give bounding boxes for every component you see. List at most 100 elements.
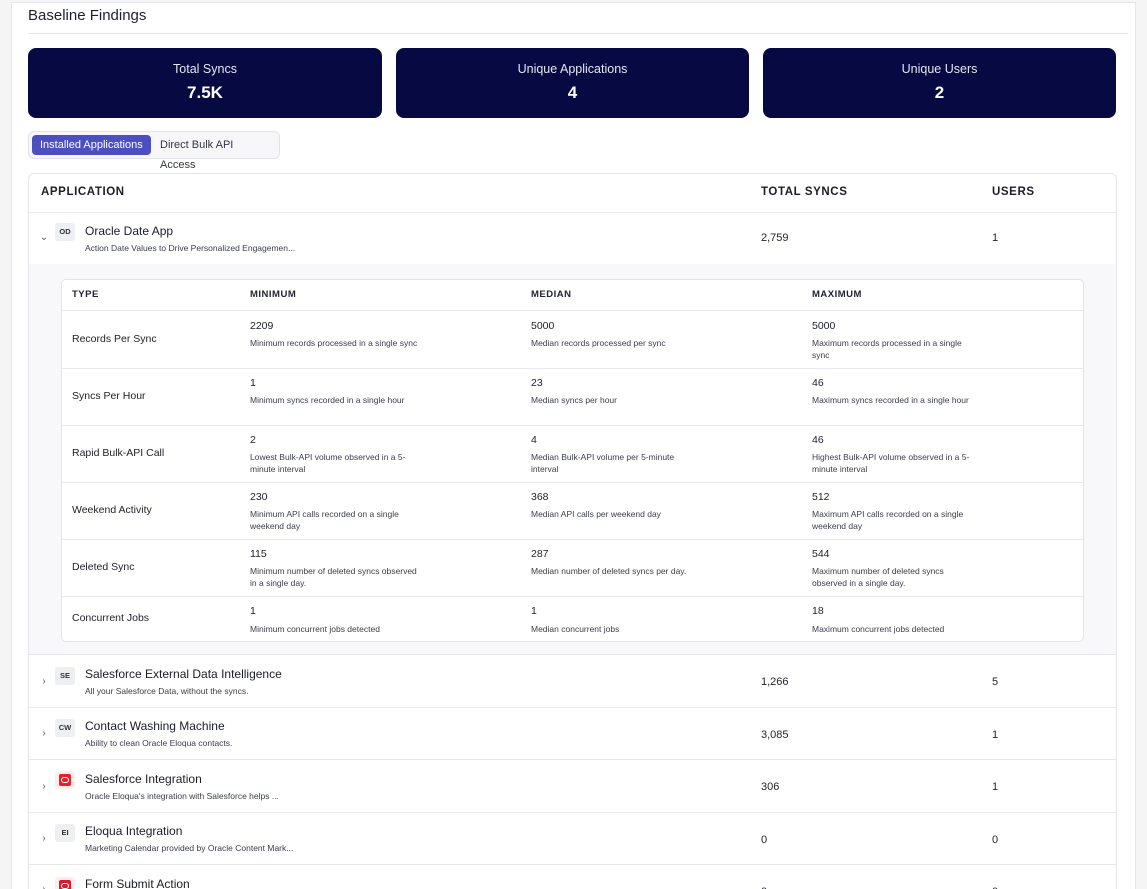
app-name[interactable]: Oracle Date App — [85, 224, 173, 238]
metric-median: 1 — [531, 605, 537, 617]
app-users: 0 — [992, 834, 999, 846]
app-users: 1 — [992, 232, 999, 244]
tab-installed-applications[interactable]: Installed Applications — [32, 135, 151, 155]
form-submit-logo-icon — [55, 877, 75, 889]
metric-maximum-note: Highest Bulk-API volume observed in a 5-… — [812, 452, 970, 474]
salesforce-logo-icon — [55, 771, 75, 789]
applications-table: APPLICATION TOTAL SYNCS USERS ⌄ OD Oracl… — [28, 173, 1117, 889]
column-header-application[interactable]: APPLICATION — [41, 186, 125, 198]
stat-label: Total Syncs — [173, 62, 237, 76]
metric-type: Concurrent Jobs — [72, 612, 150, 624]
metric-maximum: 544 — [812, 548, 830, 560]
metric-type: Weekend Activity — [72, 504, 152, 516]
stat-card-total-syncs: Total Syncs 7.5K — [28, 48, 382, 118]
app-users: 5 — [992, 676, 999, 688]
metric-minimum: 1 — [250, 605, 256, 617]
metric-type: Deleted Sync — [72, 561, 135, 573]
app-description: Ability to clean Oracle Eloqua contacts. — [85, 738, 233, 748]
chevron-right-icon[interactable]: › — [39, 676, 49, 687]
metric-median: 23 — [531, 377, 543, 389]
app-description: Oracle Eloqua's integration with Salesfo… — [85, 791, 279, 801]
app-description: All your Salesforce Data, without the sy… — [85, 686, 249, 696]
metric-type: Syncs Per Hour — [72, 390, 146, 402]
app-badge: EI — [55, 824, 75, 842]
stat-label: Unique Users — [901, 62, 978, 76]
metric-minimum-note: Minimum records processed in a single sy… — [250, 338, 418, 348]
details-row-divider — [62, 482, 1083, 483]
chevron-down-icon[interactable]: ⌄ — [39, 232, 49, 243]
app-name[interactable]: Salesforce External Data Intelligence — [85, 667, 282, 681]
metric-maximum: 18 — [812, 605, 824, 617]
app-badge: CW — [55, 719, 75, 737]
stat-value: 2 — [934, 83, 945, 102]
stat-value: 4 — [567, 83, 578, 102]
app-name[interactable]: Contact Washing Machine — [85, 719, 225, 733]
row-divider — [29, 812, 1116, 813]
column-header-users[interactable]: USERS — [992, 186, 1035, 198]
app-users: 1 — [992, 729, 999, 741]
metric-maximum-note: Maximum API calls recorded on a single w… — [812, 509, 964, 531]
metric-minimum-note: Minimum concurrent jobs detected — [250, 624, 380, 634]
metric-maximum: 46 — [812, 434, 824, 446]
metric-maximum-note: Maximum number of deleted syncs observed… — [812, 566, 944, 588]
app-total-syncs: 2,759 — [761, 232, 789, 244]
metric-minimum: 2209 — [250, 320, 274, 332]
baseline-findings-panel: Baseline Findings Total Syncs 7.5K Uniqu… — [11, 2, 1136, 889]
chevron-right-icon[interactable]: › — [39, 781, 49, 792]
chevron-right-icon[interactable]: › — [39, 884, 49, 889]
metric-median: 4 — [531, 434, 537, 446]
chevron-right-icon[interactable]: › — [39, 728, 49, 739]
app-total-syncs: 306 — [761, 781, 780, 793]
details-header-median: MEDIAN — [531, 289, 572, 300]
column-header-total-syncs[interactable]: TOTAL SYNCS — [761, 186, 847, 198]
row-divider — [29, 654, 1116, 655]
details-row-divider — [62, 596, 1083, 597]
details-row-divider — [62, 539, 1083, 540]
details-row-divider — [62, 425, 1083, 426]
stat-value: 7.5K — [187, 83, 223, 102]
tab-direct-bulk-api-access[interactable]: Direct Bulk API Access — [152, 135, 279, 171]
page-title: Baseline Findings — [28, 7, 147, 24]
metric-median: 287 — [531, 548, 549, 560]
app-badge: OD — [55, 223, 75, 241]
metric-type: Records Per Sync — [72, 333, 157, 345]
app-total-syncs: 3,085 — [761, 729, 789, 741]
app-name[interactable]: Salesforce Integration — [85, 772, 202, 786]
metric-minimum: 2 — [250, 434, 256, 446]
metric-minimum-note: Lowest Bulk-API volume observed in a 5-m… — [250, 452, 406, 474]
metric-maximum-note: Maximum syncs recorded in a single hour — [812, 395, 969, 405]
app-users: 1 — [992, 781, 999, 793]
metric-maximum-note: Maximum concurrent jobs detected — [812, 624, 945, 634]
metric-maximum: 512 — [812, 491, 830, 503]
details-table: TYPE MINIMUM MEDIAN MAXIMUM Records Per … — [61, 279, 1084, 642]
metric-maximum-note: Maximum records processed in a single sy… — [812, 338, 962, 360]
metric-maximum: 46 — [812, 377, 824, 389]
metric-minimum-note: Minimum syncs recorded in a single hour — [250, 395, 405, 405]
row-divider — [29, 707, 1116, 708]
app-total-syncs: 0 — [761, 834, 768, 846]
metric-minimum: 1 — [250, 377, 256, 389]
stat-card-unique-users: Unique Users 2 — [763, 48, 1116, 118]
row-divider — [29, 759, 1116, 760]
app-description: Action Date Values to Drive Personalized… — [85, 243, 296, 253]
metric-median-note: Median concurrent jobs — [531, 624, 620, 634]
chevron-right-icon[interactable]: › — [39, 833, 49, 844]
app-total-syncs: 1,266 — [761, 676, 789, 688]
metric-median-note: Median records processed per sync — [531, 338, 666, 348]
details-header-type: TYPE — [72, 289, 99, 300]
app-name[interactable]: Form Submit Action — [85, 877, 190, 889]
metric-median-note: Median Bulk-API volume per 5-minute inte… — [531, 452, 675, 474]
app-description: Marketing Calendar provided by Oracle Co… — [85, 843, 294, 853]
details-row-divider — [62, 368, 1083, 369]
view-tabs: Installed Applications Direct Bulk API A… — [28, 131, 280, 171]
metric-median-note: Median syncs per hour — [531, 395, 617, 405]
details-header-divider — [62, 310, 1083, 311]
metric-minimum: 115 — [250, 548, 267, 560]
metric-minimum-note: Minimum API calls recorded on a single w… — [250, 509, 399, 531]
stat-label: Unique Applications — [517, 62, 628, 76]
metric-maximum: 5000 — [812, 320, 836, 332]
app-name[interactable]: Eloqua Integration — [85, 824, 182, 838]
details-header-maximum: MAXIMUM — [812, 289, 862, 300]
stat-card-unique-applications: Unique Applications 4 — [396, 48, 749, 118]
row-divider — [29, 864, 1116, 865]
